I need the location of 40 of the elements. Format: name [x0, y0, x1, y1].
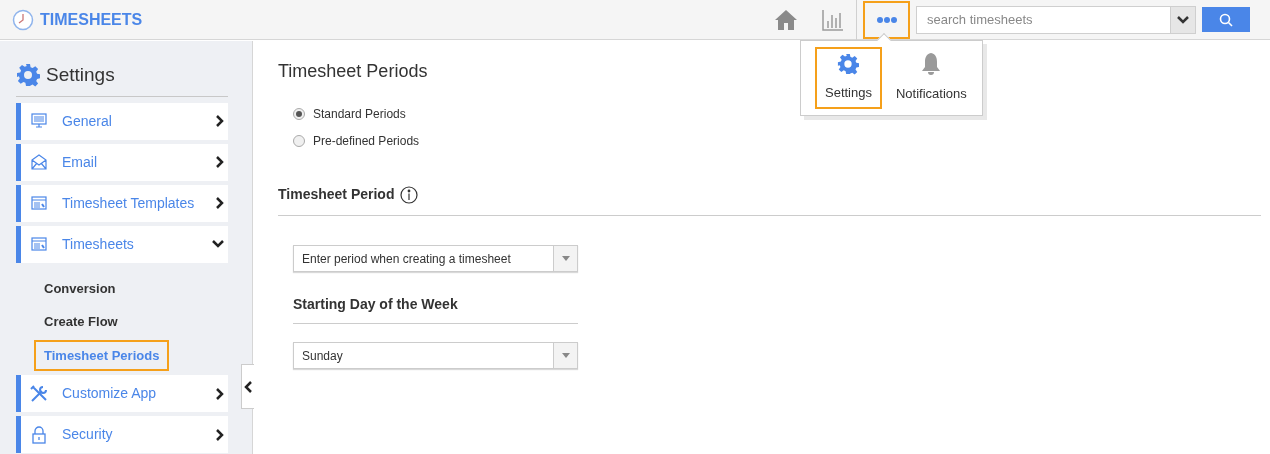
chevron-left-icon	[244, 380, 252, 393]
info-icon[interactable]	[400, 185, 419, 204]
envelope-icon	[30, 154, 48, 170]
sidebar-subitem[interactable]: Conversion	[34, 272, 126, 304]
search-icon	[1219, 12, 1233, 27]
weekday-select[interactable]: Sunday	[293, 342, 578, 369]
chevron-down-icon	[1177, 15, 1189, 24]
radio-button[interactable]	[293, 135, 305, 147]
window-icon	[30, 196, 48, 210]
period-select[interactable]: Enter period when creating a timesheet	[293, 245, 578, 272]
search-button[interactable]	[1202, 7, 1250, 32]
sidebar-item[interactable]: Customize App	[16, 375, 228, 412]
sidebar-subitem[interactable]: Create Flow	[34, 306, 128, 338]
radio-button[interactable]	[293, 108, 305, 120]
sidebar-title: Settings	[46, 63, 115, 87]
radio-option[interactable]: Pre-defined Periods	[293, 132, 1261, 150]
settings-icon	[16, 63, 40, 88]
sidebar-item[interactable]: General	[16, 102, 228, 140]
lock-icon	[30, 425, 48, 444]
sidebar-item[interactable]: Timesheet Templates	[16, 184, 228, 222]
sidebar-item[interactable]: Security	[16, 416, 228, 453]
tools-icon	[30, 384, 48, 403]
section-subtitle: Starting Day of the Week	[293, 294, 578, 324]
app-title: TIMESHEETS	[40, 9, 143, 30]
sidebar-item[interactable]: Timesheets	[16, 225, 228, 263]
collapse-button[interactable]	[241, 364, 254, 409]
more-icon[interactable]	[863, 0, 910, 39]
section-title: Timesheet Period	[278, 185, 395, 204]
dropdown-button[interactable]	[1171, 5, 1196, 34]
page-title: Timesheet Periods	[278, 60, 428, 83]
caret-down-icon	[561, 256, 570, 261]
menu-item[interactable]: Settings	[815, 47, 882, 109]
window-icon	[30, 237, 48, 251]
monitor-icon	[30, 113, 48, 129]
bell-icon	[920, 52, 943, 77]
search-field[interactable]: search timesheets	[916, 5, 1171, 34]
clock-icon	[12, 8, 34, 31]
sidebar-item[interactable]: Email	[16, 143, 228, 181]
settings-icon	[837, 53, 860, 76]
caret-down-icon	[561, 353, 570, 358]
